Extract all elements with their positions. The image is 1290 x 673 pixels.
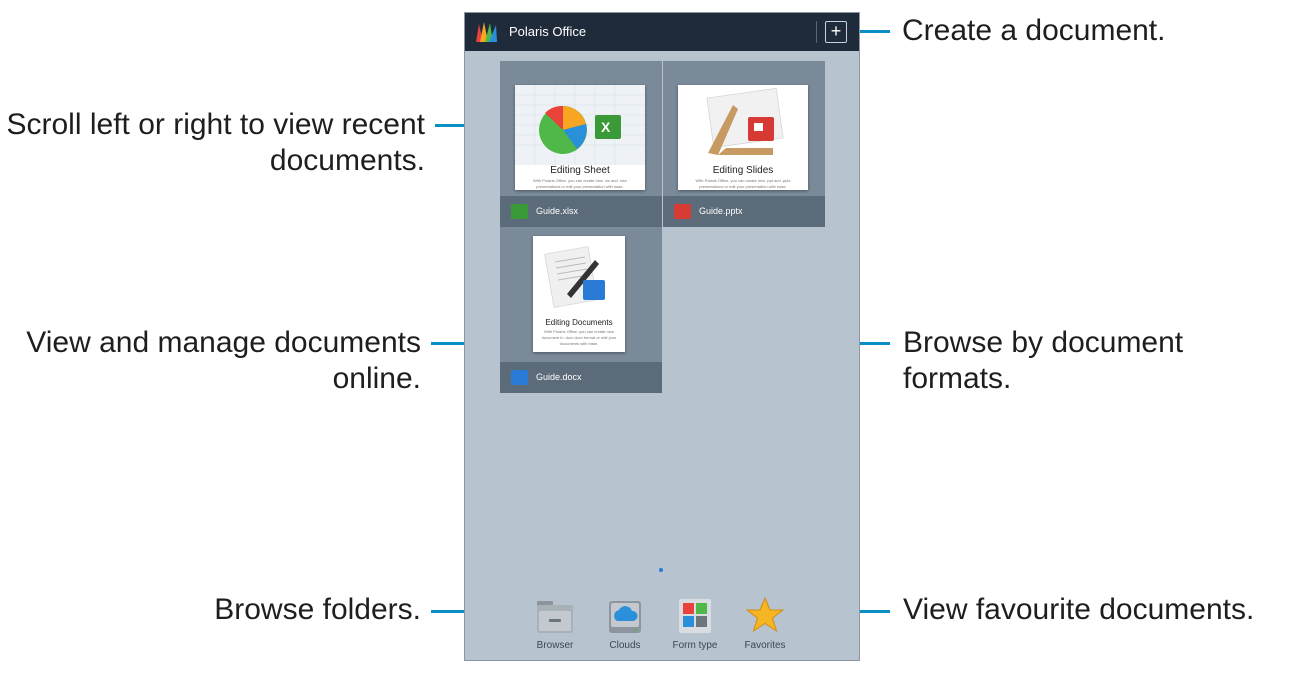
document-file-name: Guide.pptx bbox=[699, 206, 743, 216]
callout-favourites-text: View favourite documents. bbox=[903, 593, 1255, 626]
callout-scroll-line2: documents. bbox=[269, 144, 425, 177]
callout-formats: Browse by document formats. bbox=[903, 325, 1288, 397]
dock-label: Form type bbox=[672, 640, 718, 651]
create-document-button[interactable]: + bbox=[825, 21, 847, 43]
dock-label: Favorites bbox=[744, 640, 786, 651]
thumbnail-title: Editing Sheet bbox=[550, 165, 610, 176]
dock-item-form-type[interactable]: Form type bbox=[663, 595, 727, 653]
document-tile[interactable]: Editing Documents With Polaris Office, y… bbox=[500, 227, 662, 393]
polaris-logo-icon bbox=[476, 22, 497, 42]
dock-item-clouds[interactable]: Clouds bbox=[593, 595, 657, 653]
thumbnail-caption: With Polaris Office, you can create new … bbox=[695, 178, 791, 189]
callout-online-line2: online. bbox=[332, 362, 421, 395]
app-title: Polaris Office bbox=[509, 24, 587, 39]
docx-file-icon bbox=[511, 370, 528, 385]
annotated-screenshot: Scroll left or right to view recent docu… bbox=[0, 0, 1290, 673]
title-separator bbox=[816, 21, 817, 43]
dock-item-browser[interactable]: Browser bbox=[523, 595, 587, 653]
thumbnail-caption: With Polaris Office, you can create new … bbox=[533, 178, 627, 189]
thumbnail-caption: With Polaris Office, you can create new … bbox=[541, 329, 617, 346]
thumbnail-title: Editing Slides bbox=[712, 165, 774, 176]
dock-label: Browser bbox=[536, 640, 574, 651]
document-thumbnail: Editing Documents With Polaris Office, y… bbox=[533, 236, 625, 352]
document-tile-footer: Guide.pptx bbox=[663, 196, 825, 227]
callout-online-line1: View and manage documents bbox=[26, 326, 421, 359]
callout-favourites: View favourite documents. bbox=[903, 592, 1288, 628]
title-bar: Polaris Office + bbox=[465, 13, 859, 51]
document-tile-footer: Guide.docx bbox=[500, 362, 662, 393]
callout-online: View and manage documents online. bbox=[0, 325, 421, 397]
document-tile[interactable]: Editing Slides With Polaris Office, you … bbox=[663, 61, 825, 227]
page-indicator-dot bbox=[659, 568, 663, 572]
star-icon bbox=[745, 596, 785, 633]
document-thumbnail: X Editing Sheet With Polaris Office, you… bbox=[515, 85, 645, 190]
callout-scroll: Scroll left or right to view recent docu… bbox=[0, 107, 426, 179]
callout-scroll-line1: Scroll left or right to view recent bbox=[6, 108, 426, 141]
cloud-drive-icon bbox=[609, 601, 641, 633]
xlsx-file-icon bbox=[511, 204, 528, 219]
svg-text:X: X bbox=[601, 119, 611, 135]
callout-folders: Browse folders. bbox=[0, 592, 421, 628]
document-tile[interactable]: X Editing Sheet With Polaris Office, you… bbox=[500, 61, 662, 227]
callout-folders-text: Browse folders. bbox=[214, 593, 421, 626]
document-tile-footer: Guide.xlsx bbox=[500, 196, 662, 227]
device-screen: Polaris Office + X Editing Sheet With Po… bbox=[464, 12, 860, 661]
document-file-name: Guide.xlsx bbox=[536, 206, 579, 216]
callout-create: Create a document. bbox=[902, 13, 1282, 49]
document-thumbnail: Editing Slides With Polaris Office, you … bbox=[678, 85, 808, 190]
form-type-icon bbox=[679, 599, 711, 633]
dock-item-favorites[interactable]: Favorites bbox=[733, 595, 797, 653]
callout-formats-text: Browse by document formats. bbox=[903, 326, 1184, 395]
presentation-slides-icon bbox=[678, 85, 808, 165]
dock-label: Clouds bbox=[609, 640, 641, 651]
pptx-file-icon bbox=[674, 204, 691, 219]
word-document-icon bbox=[533, 236, 625, 314]
spreadsheet-chart-icon: X bbox=[515, 85, 645, 165]
callout-create-text: Create a document. bbox=[902, 14, 1166, 47]
folder-icon bbox=[537, 601, 573, 633]
document-file-name: Guide.docx bbox=[536, 372, 582, 382]
thumbnail-title: Editing Documents bbox=[545, 318, 613, 327]
